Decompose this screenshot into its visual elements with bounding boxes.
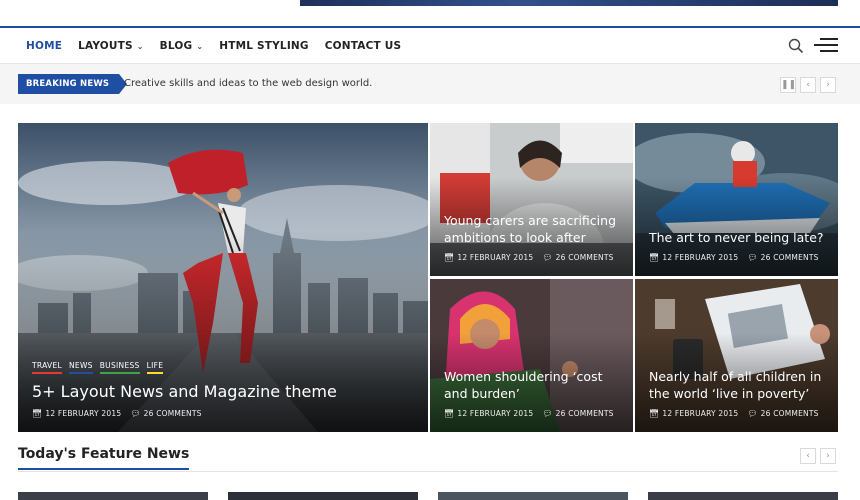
pause-icon: ❚❚ xyxy=(781,80,797,90)
next-button[interactable]: › xyxy=(820,77,836,93)
calendar-icon: 📅︎ xyxy=(649,409,660,418)
hero-article-2[interactable]: Young carers are sacrificing ambitions t… xyxy=(430,123,633,276)
category-tag-travel[interactable]: TRAVEL xyxy=(32,361,62,374)
feature-thumbnail[interactable] xyxy=(648,492,838,500)
nav-item-contact-us[interactable]: CONTACT US xyxy=(325,40,402,52)
chevron-down-icon: ⌄ xyxy=(136,41,144,51)
breaking-news-bar: BREAKING NEWS Creative skills and ideas … xyxy=(0,64,860,104)
article-meta: 📅︎ 12 FEBRUARY 2015 💬︎ 26 COMMENTS xyxy=(444,409,623,418)
article-date: 12 FEBRUARY 2015 xyxy=(662,253,739,262)
article-caption: Nearly half of all children in the world… xyxy=(649,368,828,418)
nav-item-layouts[interactable]: LAYOUTS ⌄ xyxy=(78,40,144,52)
section-title: Today's Feature News xyxy=(18,446,190,470)
comment-icon: 💬︎ xyxy=(747,253,758,262)
article-caption: Young carers are sacrificing ambitions t… xyxy=(444,212,623,262)
category-tag-news[interactable]: NEWS xyxy=(69,361,93,374)
feature-section-header: Today's Feature News ‹ › xyxy=(18,444,838,472)
calendar-icon: 📅︎ xyxy=(444,409,455,418)
calendar-icon: 📅︎ xyxy=(32,409,43,418)
article-title[interactable]: Nearly half of all children in the world… xyxy=(649,368,828,402)
comment-icon: 💬︎ xyxy=(542,409,553,418)
hero-article-3[interactable]: The art to never being late? 📅︎ 12 FEBRUA… xyxy=(635,123,838,276)
article-caption: The art to never being late? 📅︎ 12 FEBRUA… xyxy=(649,229,828,262)
nav-item-label: BLOG xyxy=(159,40,193,52)
article-title[interactable]: The art to never being late? xyxy=(649,229,828,246)
article-meta: 📅︎ 12 FEBRUARY 2015 💬︎ 26 COMMENTS xyxy=(649,253,828,262)
article-meta: 📅︎ 12 FEBRUARY 2015 💬︎ 26 COMMENTS xyxy=(649,409,828,418)
feature-thumbnail[interactable] xyxy=(438,492,628,500)
hero-main-article[interactable]: TRAVEL NEWS BUSINESS LIFE 5+ Layout News… xyxy=(18,123,428,432)
hamburger-menu-icon[interactable] xyxy=(814,38,838,54)
chevron-left-icon: ‹ xyxy=(806,451,810,461)
article-comments[interactable]: 26 COMMENTS xyxy=(761,253,819,262)
hero-article-5[interactable]: Nearly half of all children in the world… xyxy=(635,279,838,432)
hero-article-4[interactable]: Women shouldering ‘cost and burden’ 📅︎ 12… xyxy=(430,279,633,432)
nav-item-blog[interactable]: BLOG ⌄ xyxy=(160,40,204,52)
nav-menu-list: HOME LAYOUTS ⌄ BLOG ⌄ HTML STYLING CONTA… xyxy=(26,28,417,64)
article-caption: TRAVEL NEWS BUSINESS LIFE 5+ Layout News… xyxy=(32,361,418,418)
feature-previous-button[interactable]: ‹ xyxy=(800,448,816,464)
breaking-news-headline[interactable]: Creative skills and ideas to the web des… xyxy=(124,74,372,94)
search-icon[interactable] xyxy=(788,38,804,54)
article-date: 12 FEBRUARY 2015 xyxy=(662,409,739,418)
article-title[interactable]: 5+ Layout News and Magazine theme xyxy=(32,382,418,402)
chevron-down-icon: ⌄ xyxy=(196,41,204,51)
previous-button[interactable]: ‹ xyxy=(800,77,816,93)
article-caption: Women shouldering ‘cost and burden’ 📅︎ 12… xyxy=(444,368,623,418)
feature-next-button[interactable]: › xyxy=(820,448,836,464)
article-title[interactable]: Young carers are sacrificing ambitions t… xyxy=(444,212,623,246)
comment-icon: 💬︎ xyxy=(542,253,553,262)
calendar-icon: 📅︎ xyxy=(649,253,660,262)
article-date: 12 FEBRUARY 2015 xyxy=(457,253,534,262)
nav-item-home[interactable]: HOME xyxy=(26,40,62,52)
calendar-icon: 📅︎ xyxy=(444,253,455,262)
breaking-news-label: BREAKING NEWS xyxy=(18,74,128,94)
article-meta: 📅︎ 12 FEBRUARY 2015 💬︎ 26 COMMENTS xyxy=(444,253,623,262)
article-comments[interactable]: 26 COMMENTS xyxy=(144,409,202,418)
nav-item-label: LAYOUTS xyxy=(78,40,133,52)
category-tags: TRAVEL NEWS BUSINESS LIFE xyxy=(32,361,418,374)
chevron-right-icon: › xyxy=(826,451,830,461)
article-comments[interactable]: 26 COMMENTS xyxy=(556,253,614,262)
main-navigation: HOME LAYOUTS ⌄ BLOG ⌄ HTML STYLING CONTA… xyxy=(0,26,860,64)
nav-item-html-styling[interactable]: HTML STYLING xyxy=(219,40,308,52)
article-comments[interactable]: 26 COMMENTS xyxy=(761,409,819,418)
feature-thumbnail[interactable] xyxy=(228,492,418,500)
hero-grid: TRAVEL NEWS BUSINESS LIFE 5+ Layout News… xyxy=(18,123,838,432)
comment-icon: 💬︎ xyxy=(130,409,141,418)
feature-thumbnail[interactable] xyxy=(18,492,208,500)
article-title[interactable]: Women shouldering ‘cost and burden’ xyxy=(444,368,623,402)
header-ad-banner[interactable] xyxy=(300,0,838,6)
category-tag-business[interactable]: BUSINESS xyxy=(99,361,140,374)
pause-button[interactable]: ❚❚ xyxy=(780,77,796,93)
comment-icon: 💬︎ xyxy=(747,409,758,418)
article-date: 12 FEBRUARY 2015 xyxy=(457,409,534,418)
category-tag-life[interactable]: LIFE xyxy=(146,361,164,374)
article-meta: 📅︎ 12 FEBRUARY 2015 💬︎ 26 COMMENTS xyxy=(32,409,418,418)
chevron-right-icon: › xyxy=(826,80,830,90)
article-comments[interactable]: 26 COMMENTS xyxy=(556,409,614,418)
nav-item-label: CONTACT US xyxy=(324,40,402,52)
article-date: 12 FEBRUARY 2015 xyxy=(45,409,122,418)
chevron-left-icon: ‹ xyxy=(806,80,810,90)
nav-item-label: HTML STYLING xyxy=(219,40,309,52)
nav-item-label: HOME xyxy=(26,40,63,52)
